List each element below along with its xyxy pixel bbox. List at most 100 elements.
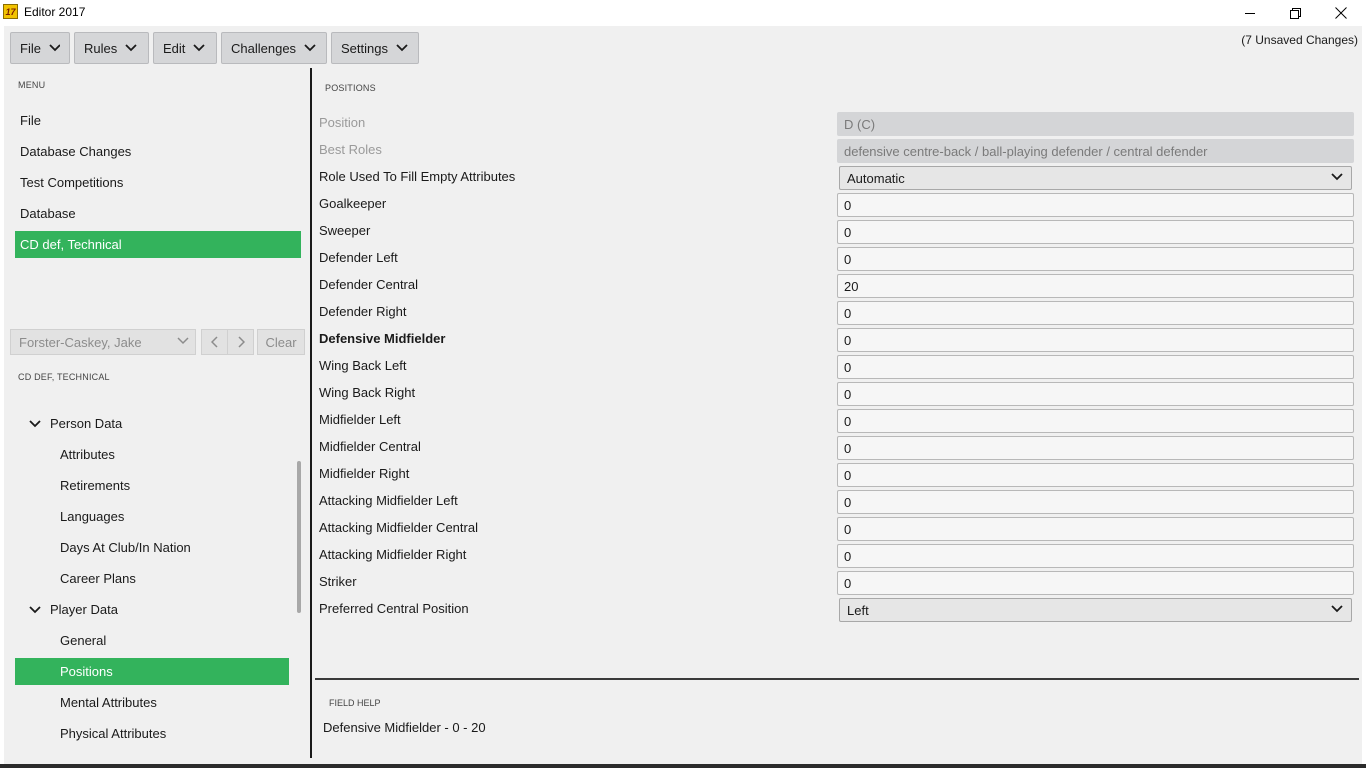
preferred-central-select[interactable]: Left <box>839 598 1352 622</box>
next-person-button[interactable] <box>227 329 254 355</box>
tree-item-retirements[interactable]: Retirements <box>15 472 289 499</box>
tree-group-label: Person Data <box>50 416 123 431</box>
tree-item-positions[interactable]: Positions <box>15 658 289 685</box>
close-icon <box>1335 7 1347 19</box>
menu-item-database-changes[interactable]: Database Changes <box>15 138 301 165</box>
collapse-toggle[interactable] <box>20 605 50 614</box>
challenges-menu-label: Challenges <box>231 40 297 56</box>
wing-back-left-input[interactable]: 0 <box>837 355 1354 379</box>
chevron-left-icon <box>210 336 218 348</box>
close-button[interactable] <box>1318 0 1364 26</box>
previous-person-button[interactable] <box>201 329 228 355</box>
sidebar-scrollbar[interactable] <box>297 461 301 613</box>
person-select-value: Forster-Caskey, Jake <box>19 334 142 350</box>
chevron-down-icon <box>396 44 408 52</box>
menu-item-file[interactable]: File <box>15 107 301 134</box>
rules-menu-label: Rules <box>84 40 118 56</box>
tree-item-career-plans[interactable]: Career Plans <box>15 565 289 592</box>
chevron-right-icon <box>237 336 245 348</box>
defender-left-label: Defender Left <box>319 250 398 265</box>
clear-button[interactable]: Clear <box>257 329 305 355</box>
menu-section-label: MENU <box>18 80 46 90</box>
menu-item-cd-def-technical[interactable]: CD def, Technical <box>15 231 301 258</box>
minimize-icon <box>1245 13 1255 14</box>
wing-back-right-input[interactable]: 0 <box>837 382 1354 406</box>
tree-group-label: Player Data <box>50 602 118 617</box>
tree-item-attributes[interactable]: Attributes <box>15 441 289 468</box>
person-section-label: CD DEF, TECHNICAL <box>18 372 110 382</box>
striker-label: Striker <box>319 574 357 589</box>
attacking-midfielder-central-input[interactable]: 0 <box>837 517 1354 541</box>
defender-central-label: Defender Central <box>319 277 418 292</box>
edit-menu-label: Edit <box>163 40 186 56</box>
defender-left-input[interactable]: 0 <box>837 247 1354 271</box>
midfielder-right-input[interactable]: 0 <box>837 463 1354 487</box>
best-roles-field: defensive centre-back / ball-playing def… <box>837 139 1354 163</box>
settings-menu-button[interactable]: Settings <box>331 32 419 64</box>
sweeper-input[interactable]: 0 <box>837 220 1354 244</box>
tree-item-languages[interactable]: Languages <box>15 503 289 530</box>
midfielder-left-input[interactable]: 0 <box>837 409 1354 433</box>
tree-item-physical-attributes[interactable]: Physical Attributes <box>15 720 289 747</box>
person-select[interactable]: Forster-Caskey, Jake <box>10 329 196 355</box>
field-help-label: FIELD HELP <box>329 698 381 708</box>
menu-item-database[interactable]: Database <box>15 200 301 227</box>
wing-back-right-label: Wing Back Right <box>319 385 416 400</box>
tree-group-player-data[interactable]: Player Data <box>20 596 300 623</box>
position-label: Position <box>319 115 366 130</box>
settings-menu-label: Settings <box>341 40 388 56</box>
editor-window: File Rules Edit Challenges Settings (7 U… <box>4 26 1362 764</box>
defender-right-label: Defender Right <box>319 304 407 319</box>
preferred-central-label: Preferred Central Position <box>319 601 469 616</box>
goalkeeper-input[interactable]: 0 <box>837 193 1354 217</box>
attacking-midfielder-central-label: Attacking Midfielder Central <box>319 520 478 535</box>
chevron-down-icon <box>29 419 41 427</box>
minimize-button[interactable] <box>1227 0 1273 26</box>
defender-right-input[interactable]: 0 <box>837 301 1354 325</box>
position-field: D (C) <box>837 112 1354 136</box>
collapse-toggle[interactable] <box>20 419 50 428</box>
tree-item-general[interactable]: General <box>15 627 289 654</box>
chevron-down-icon <box>193 44 206 52</box>
role-fill-value: Automatic <box>847 170 905 186</box>
chevron-down-icon <box>177 337 189 345</box>
field-help-text: Defensive Midfielder - 0 - 20 <box>323 720 486 735</box>
midfielder-left-label: Midfielder Left <box>319 412 401 427</box>
file-menu-label: File <box>20 40 41 56</box>
rules-menu-button[interactable]: Rules <box>74 32 149 64</box>
unsaved-changes-indicator: (7 Unsaved Changes) <box>1241 33 1358 47</box>
window-bottom-border <box>0 764 1366 768</box>
menu-item-test-competitions[interactable]: Test Competitions <box>15 169 301 196</box>
midfielder-central-label: Midfielder Central <box>319 439 421 454</box>
defensive-midfielder-label: Defensive Midfielder <box>319 331 446 346</box>
goalkeeper-label: Goalkeeper <box>319 196 387 211</box>
window-title: Editor 2017 <box>24 5 86 19</box>
striker-input[interactable]: 0 <box>837 571 1354 595</box>
chevron-down-icon <box>29 605 41 613</box>
help-divider[interactable] <box>315 678 1359 680</box>
best-roles-label: Best Roles <box>319 142 382 157</box>
positions-section-label: POSITIONS <box>325 83 376 93</box>
file-menu-button[interactable]: File <box>10 32 70 64</box>
challenges-menu-button[interactable]: Challenges <box>221 32 327 64</box>
attacking-midfielder-left-label: Attacking Midfielder Left <box>319 493 458 508</box>
tree-item-mental-attributes[interactable]: Mental Attributes <box>15 689 289 716</box>
edit-menu-button[interactable]: Edit <box>153 32 217 64</box>
role-fill-select[interactable]: Automatic <box>839 166 1352 190</box>
midfielder-central-input[interactable]: 0 <box>837 436 1354 460</box>
tree-group-person-data[interactable]: Person Data <box>20 410 300 437</box>
wing-back-left-label: Wing Back Left <box>319 358 407 373</box>
restore-button[interactable] <box>1272 0 1318 26</box>
sidebar: MENU File Database Changes Test Competit… <box>4 68 311 758</box>
tree-item-days-at-club[interactable]: Days At Club/In Nation <box>15 534 289 561</box>
attacking-midfielder-right-label: Attacking Midfielder Right <box>319 547 467 562</box>
attacking-midfielder-left-input[interactable]: 0 <box>837 490 1354 514</box>
toolbar: File Rules Edit Challenges Settings (7 U… <box>4 26 1362 68</box>
chevron-down-icon <box>304 44 316 52</box>
attacking-midfielder-right-input[interactable]: 0 <box>837 544 1354 568</box>
defensive-midfielder-input[interactable]: 0 <box>837 328 1354 352</box>
restore-icon <box>1289 7 1301 19</box>
defender-central-input[interactable]: 20 <box>837 274 1354 298</box>
chevron-down-icon <box>125 44 137 52</box>
chevron-down-icon <box>49 44 60 52</box>
